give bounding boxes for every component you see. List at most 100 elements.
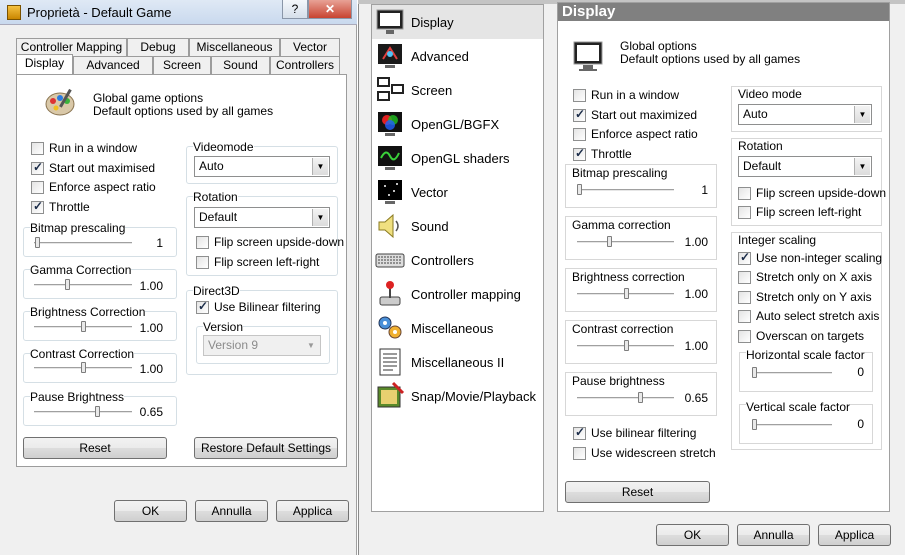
pause-brightness-slider[interactable] — [577, 397, 674, 400]
gamma-correction-slider[interactable] — [34, 284, 132, 287]
bitmap-prescaling-slider[interactable] — [577, 189, 674, 192]
checkbox-box[interactable] — [573, 88, 586, 102]
rotation-select[interactable]: Default ▼ — [738, 156, 872, 177]
reset-button[interactable]: Reset — [23, 437, 167, 459]
videomode-select[interactable]: Auto ▼ — [738, 104, 872, 125]
checkbox-box[interactable] — [31, 160, 44, 175]
bilinear-filtering-checkbox[interactable]: Use Bilinear filtering — [196, 299, 321, 314]
pause-brightness-slider[interactable] — [34, 411, 132, 414]
annulla-button[interactable]: Annulla — [195, 500, 268, 522]
reset-button[interactable]: Reset — [565, 481, 710, 503]
slider-thumb[interactable] — [65, 279, 70, 290]
slider-thumb[interactable] — [607, 236, 612, 247]
ok-button[interactable]: OK — [114, 500, 187, 522]
throttle-checkbox[interactable]: Throttle — [31, 199, 90, 214]
widescreen-stretch-checkbox[interactable]: Use widescreen stretch — [573, 446, 716, 460]
applica-button[interactable]: Applica — [818, 524, 891, 546]
tab-advanced[interactable]: Advanced — [73, 56, 153, 74]
tab-screen[interactable]: Screen — [153, 56, 211, 74]
start-maximized-checkbox[interactable]: Start out maximized — [573, 107, 697, 122]
flip-left-right-checkbox[interactable]: Flip screen left-right — [196, 255, 319, 269]
nav-item-controllers[interactable]: Controllers — [372, 243, 543, 277]
start-maximised-checkbox[interactable]: Start out maximised — [31, 160, 155, 175]
chevron-down-icon[interactable]: ▼ — [854, 158, 870, 175]
close-button[interactable]: ✕ — [308, 0, 352, 19]
chevron-down-icon[interactable]: ▼ — [303, 337, 319, 354]
checkbox-box[interactable] — [738, 186, 751, 200]
nav-item-display[interactable]: Display — [372, 5, 543, 39]
checkbox-box[interactable] — [573, 127, 586, 141]
version-select[interactable]: Version 9 ▼ — [203, 335, 321, 356]
checkbox-box[interactable] — [31, 180, 44, 194]
tab-miscellaneous[interactable]: Miscellaneous — [189, 38, 280, 56]
checkbox-box[interactable] — [196, 299, 209, 314]
chevron-down-icon[interactable]: ▼ — [854, 106, 870, 123]
nav-item-opengl-bgfx[interactable]: OpenGL/BGFX — [372, 107, 543, 141]
horizontal-scale-slider[interactable] — [752, 372, 832, 375]
slider-thumb[interactable] — [95, 406, 100, 417]
enforce-aspect-checkbox[interactable]: Enforce aspect ratio — [31, 180, 156, 194]
nav-item-screen[interactable]: Screen — [372, 73, 543, 107]
checkbox-box[interactable] — [738, 329, 751, 343]
gamma-correction-slider[interactable] — [577, 241, 674, 244]
checkbox-box[interactable] — [31, 199, 44, 214]
bilinear-filtering-checkbox[interactable]: Use bilinear filtering — [573, 425, 696, 440]
stretch-x-checkbox[interactable]: Stretch only on X axis — [738, 270, 872, 284]
run-in-window-checkbox[interactable]: Run in a window — [573, 88, 679, 102]
nav-item-sound[interactable]: Sound — [372, 209, 543, 243]
checkbox-box[interactable] — [573, 425, 586, 440]
vertical-scale-slider[interactable] — [752, 424, 832, 427]
checkbox-box[interactable] — [573, 107, 586, 122]
nav-item-advanced[interactable]: Advanced — [372, 39, 543, 73]
restore-default-button[interactable]: Restore Default Settings — [194, 437, 338, 459]
checkbox-box[interactable] — [738, 309, 751, 323]
auto-stretch-axis-checkbox[interactable]: Auto select stretch axis — [738, 309, 879, 323]
nav-item-snap-movie-playback[interactable]: Snap/Movie/Playback — [372, 379, 543, 413]
tab-controllers[interactable]: Controllers — [270, 56, 340, 74]
flip-upside-down-checkbox[interactable]: Flip screen upside-down — [738, 186, 886, 200]
checkbox-box[interactable] — [738, 250, 751, 265]
chevron-down-icon[interactable]: ▼ — [312, 209, 328, 226]
annulla-button[interactable]: Annulla — [737, 524, 810, 546]
tab-sound[interactable]: Sound — [211, 56, 270, 74]
stretch-y-checkbox[interactable]: Stretch only on Y axis — [738, 290, 872, 304]
slider-thumb[interactable] — [35, 237, 40, 248]
slider-thumb[interactable] — [81, 321, 86, 332]
nav-item-miscellaneous[interactable]: Miscellaneous — [372, 311, 543, 345]
non-integer-scaling-checkbox[interactable]: Use non-integer scaling — [738, 250, 882, 265]
help-button[interactable]: ? — [282, 0, 308, 19]
checkbox-box[interactable] — [196, 235, 209, 249]
ok-button[interactable]: OK — [656, 524, 729, 546]
nav-item-vector[interactable]: Vector — [372, 175, 543, 209]
checkbox-box[interactable] — [573, 446, 586, 460]
videomode-select[interactable]: Auto ▼ — [194, 156, 330, 177]
slider-thumb[interactable] — [638, 392, 643, 403]
nav-item-miscellaneous-ii[interactable]: Miscellaneous II — [372, 345, 543, 379]
tab-display[interactable]: Display — [16, 54, 73, 74]
checkbox-box[interactable] — [738, 270, 751, 284]
rotation-select[interactable]: Default ▼ — [194, 207, 330, 228]
slider-thumb[interactable] — [577, 184, 582, 195]
tab-vector[interactable]: Vector — [280, 38, 340, 56]
enforce-aspect-checkbox[interactable]: Enforce aspect ratio — [573, 127, 698, 141]
run-in-window-checkbox[interactable]: Run in a window — [31, 141, 137, 155]
throttle-checkbox[interactable]: Throttle — [573, 146, 632, 161]
nav-item-opengl-shaders[interactable]: OpenGL shaders — [372, 141, 543, 175]
slider-thumb[interactable] — [81, 362, 86, 373]
slider-thumb[interactable] — [752, 367, 757, 378]
slider-thumb[interactable] — [624, 340, 629, 351]
slider-thumb[interactable] — [624, 288, 629, 299]
checkbox-box[interactable] — [573, 146, 586, 161]
tab-debug[interactable]: Debug — [127, 38, 189, 56]
flip-upside-down-checkbox[interactable]: Flip screen upside-down — [196, 235, 344, 249]
chevron-down-icon[interactable]: ▼ — [312, 158, 328, 175]
overscan-targets-checkbox[interactable]: Overscan on targets — [738, 329, 864, 343]
slider-thumb[interactable] — [752, 419, 757, 430]
checkbox-box[interactable] — [738, 290, 751, 304]
bitmap-prescaling-slider[interactable] — [34, 242, 132, 245]
checkbox-box[interactable] — [196, 255, 209, 269]
checkbox-box[interactable] — [738, 205, 751, 219]
nav-item-controller-mapping[interactable]: Controller mapping — [372, 277, 543, 311]
flip-left-right-checkbox[interactable]: Flip screen left-right — [738, 205, 861, 219]
applica-button[interactable]: Applica — [276, 500, 349, 522]
